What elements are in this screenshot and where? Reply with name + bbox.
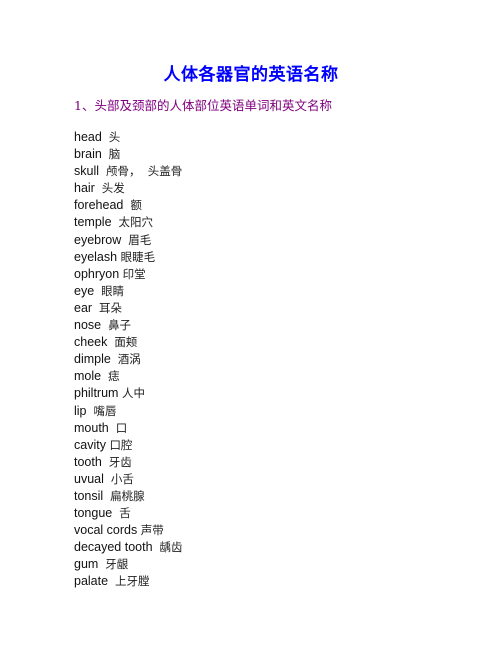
vocab-entry: eye 眼睛 bbox=[74, 283, 183, 300]
chinese-translation: 颅骨， 头盖骨 bbox=[105, 164, 183, 179]
vocabulary-list: head 头 brain 脑 skull 颅骨， 头盖骨 hair 头发 forehea… bbox=[74, 129, 183, 591]
vocab-entry: forehead 额 bbox=[74, 197, 183, 214]
chinese-translation: 声带 bbox=[140, 523, 164, 538]
document-page: 人体各器官的英语名称 1、头部及颈部的人体部位英语单词和英文名称 head 头b… bbox=[0, 0, 502, 649]
vocab-entry: cheek 面颊 bbox=[74, 334, 183, 351]
chinese-translation: 牙齿 bbox=[108, 454, 132, 469]
chinese-translation: 脑 bbox=[108, 147, 121, 162]
chinese-translation: 嘴唇 bbox=[93, 403, 117, 418]
vocab-entry: eyelash 眼睫毛 bbox=[74, 249, 183, 266]
term-separator bbox=[102, 130, 109, 144]
document-title: 人体各器官的英语名称 bbox=[163, 65, 339, 85]
english-term: uvual bbox=[74, 471, 104, 486]
english-term: dimple bbox=[74, 352, 111, 367]
chinese-translation: 额 bbox=[130, 198, 142, 213]
chinese-translation: 头 bbox=[108, 130, 121, 144]
chinese-translation: 小舌 bbox=[110, 471, 134, 486]
english-term: hair bbox=[74, 181, 95, 196]
vocab-entry: tonsil 扁桃腺 bbox=[74, 488, 183, 505]
chinese-translation: 口 bbox=[115, 420, 128, 435]
chinese-translation: 舌 bbox=[119, 506, 131, 521]
english-term: temple bbox=[74, 215, 112, 230]
chinese-translation: 眉毛 bbox=[128, 232, 152, 247]
english-term: gum bbox=[74, 557, 99, 572]
vocab-entry: mouth 口 bbox=[74, 420, 183, 437]
vocab-entry: gum 牙龈 bbox=[74, 556, 183, 573]
vocab-entry: head 头 bbox=[74, 129, 183, 146]
english-term: lip bbox=[74, 403, 87, 418]
chinese-translation: 眼睫毛 bbox=[120, 249, 156, 264]
vocab-entry: temple 太阳穴 bbox=[74, 214, 183, 231]
chinese-translation: 鼻子 bbox=[108, 318, 132, 333]
english-term: philtrum bbox=[74, 386, 119, 401]
term-separator bbox=[109, 421, 116, 435]
chinese-translation: 头发 bbox=[101, 181, 125, 196]
term-separator bbox=[102, 455, 109, 469]
term-separator bbox=[153, 540, 160, 554]
vocab-entry: lip 嘴唇 bbox=[74, 403, 183, 420]
chinese-translation: 上牙膛 bbox=[115, 574, 150, 589]
chinese-translation: 面颊 bbox=[114, 335, 138, 350]
vocab-entry: philtrum 人中 bbox=[74, 385, 183, 402]
term-separator bbox=[108, 574, 115, 588]
section-heading: 1、头部及颈部的人体部位英语单词和英文名称 bbox=[74, 98, 332, 113]
vocab-entry: brain 脑 bbox=[74, 146, 183, 163]
chinese-translation: 牙龈 bbox=[105, 557, 129, 572]
term-separator bbox=[102, 147, 109, 161]
english-term: forehead bbox=[74, 198, 124, 213]
english-term: tongue bbox=[74, 506, 113, 521]
english-term: tonsil bbox=[74, 488, 104, 503]
vocab-entry: uvual 小舌 bbox=[74, 471, 183, 488]
chinese-translation: 太阳穴 bbox=[118, 215, 153, 230]
chinese-translation: 眼睛 bbox=[101, 283, 125, 298]
english-term: eye bbox=[74, 283, 95, 298]
english-term: mouth bbox=[74, 420, 109, 435]
vocab-entry: tongue 舌 bbox=[74, 505, 183, 522]
term-separator bbox=[92, 301, 99, 315]
english-term: nose bbox=[74, 318, 102, 333]
vocab-entry: nose 鼻子 bbox=[74, 317, 183, 334]
vocab-entry: ophryon 印堂 bbox=[74, 266, 183, 283]
chinese-translation: 龋齿 bbox=[159, 540, 183, 555]
vocab-entry: hair 头发 bbox=[74, 180, 183, 197]
chinese-translation: 耳朵 bbox=[99, 300, 123, 315]
english-term: eyebrow bbox=[74, 232, 122, 247]
chinese-translation: 印堂 bbox=[122, 266, 146, 281]
chinese-translation: 酒涡 bbox=[117, 352, 141, 367]
vocab-entry: mole 痣 bbox=[74, 368, 183, 385]
term-separator bbox=[101, 369, 108, 383]
chinese-translation: 痣 bbox=[108, 369, 120, 384]
english-term: cavity bbox=[74, 437, 106, 452]
english-term: head bbox=[74, 130, 102, 144]
english-term: ophryon bbox=[74, 266, 120, 281]
term-separator bbox=[111, 352, 118, 366]
vocab-entry: skull 颅骨， 头盖骨 bbox=[74, 163, 183, 180]
vocab-entry: dimple 酒涡 bbox=[74, 351, 183, 368]
english-term: skull bbox=[74, 164, 100, 179]
english-term: tooth bbox=[74, 454, 102, 469]
vocab-entry: ear 耳朵 bbox=[74, 300, 183, 317]
chinese-translation: 扁桃腺 bbox=[110, 488, 145, 503]
english-term: palate bbox=[74, 574, 109, 589]
english-term: eyelash bbox=[74, 249, 118, 264]
english-term: vocal cords bbox=[74, 523, 138, 538]
vocab-entry: vocal cords 声带 bbox=[74, 522, 183, 539]
chinese-translation: 口腔 bbox=[109, 437, 133, 452]
english-term: decayed tooth bbox=[74, 540, 153, 555]
vocab-entry: eyebrow 眉毛 bbox=[74, 232, 183, 249]
vocab-entry: decayed tooth 龋齿 bbox=[74, 539, 183, 556]
english-term: mole bbox=[74, 369, 102, 384]
vocab-entry: tooth 牙齿 bbox=[74, 454, 183, 471]
term-separator bbox=[104, 472, 111, 486]
vocab-entry: cavity 口腔 bbox=[74, 437, 183, 454]
term-separator bbox=[99, 164, 106, 178]
english-term: brain bbox=[74, 147, 102, 162]
vocab-entry: palate 上牙膛 bbox=[74, 573, 183, 590]
chinese-translation: 人中 bbox=[121, 386, 145, 401]
term-separator bbox=[95, 181, 102, 195]
english-term: cheek bbox=[74, 335, 108, 350]
english-term: ear bbox=[74, 300, 93, 315]
